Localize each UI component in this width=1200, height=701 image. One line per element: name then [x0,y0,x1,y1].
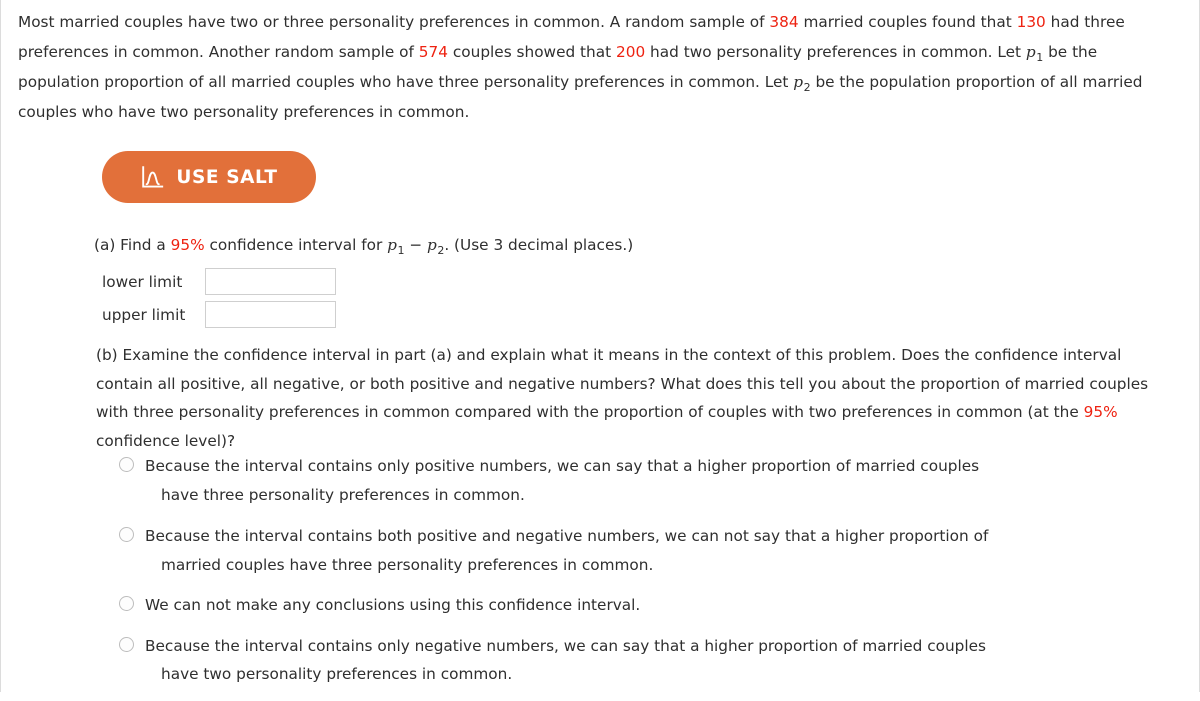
part-a-minus: − [404,236,428,254]
part-a-p1-variable: p1 [387,236,404,256]
part-a-confidence-level: 95% [170,236,205,254]
option-no-conclusions[interactable]: We can not make any conclusions using th… [119,591,1179,620]
lower-limit-label: lower limit [102,272,183,291]
part-a-suffix: . (Use 3 decimal places.) [444,236,634,254]
option-line-1: Because the interval contains both posit… [145,527,989,545]
option-line-1: We can not make any conclusions using th… [145,596,641,614]
part-b-prompt: (b) Examine the confidence interval in p… [96,341,1179,455]
option-label: Because the interval contains only negat… [145,632,986,689]
use-salt-label: USE SALT [176,166,278,188]
problem-text-2: married couples found that [798,13,1017,31]
problem-text-4: couples showed that [448,43,616,61]
sample-size-2: 574 [418,43,448,61]
radio-button-icon[interactable] [119,527,134,542]
p1-letter: p [1025,43,1036,61]
p2-subscript: 2 [803,80,811,94]
use-salt-button[interactable]: USE SALT [102,151,316,203]
problem-text-5: had two personality preferences in commo… [645,43,1026,61]
upper-limit-input[interactable] [205,301,336,328]
count-three-prefs: 130 [1016,13,1046,31]
upper-limit-label: upper limit [102,305,186,324]
count-two-prefs: 200 [615,43,646,61]
question-page: Most married couples have two or three p… [0,0,1200,692]
lower-limit-row: lower limit [102,265,336,298]
option-label: Because the interval contains only posit… [145,452,979,509]
option-both-signs[interactable]: Because the interval contains both posit… [119,522,1179,579]
p1-variable: p1 [1025,43,1043,63]
part-b-confidence-level: 95% [1083,403,1118,421]
radio-button-icon[interactable] [119,596,134,611]
option-label: We can not make any conclusions using th… [145,591,640,620]
option-line-2: have two personality preferences in comm… [161,665,513,683]
radio-button-icon[interactable] [119,457,134,472]
problem-statement: Most married couples have two or three p… [18,7,1178,127]
lower-limit-input[interactable] [205,268,336,295]
p2-letter: p [793,73,804,91]
option-line-2: have three personality preferences in co… [161,485,525,504]
answer-options-group: Because the interval contains only posit… [119,452,1179,701]
radio-button-icon[interactable] [119,636,134,652]
part-b-text-before: (b) Examine the confidence interval in p… [96,346,1149,421]
problem-text-1: Most married couples have two or three p… [18,13,770,31]
part-b-text-after: confidence level)? [96,431,236,450]
option-positive-three-prefs[interactable]: Because the interval contains only posit… [119,452,1179,509]
option-label: Because the interval contains both posit… [145,522,988,579]
option-line-1: Because the interval contains only negat… [145,636,986,655]
part-a-p2-variable: p2 [427,236,444,256]
sample-size-1: 384 [769,13,799,31]
option-line-1: Because the interval contains only posit… [145,457,980,475]
option-negative-two-prefs[interactable]: Because the interval contains only negat… [119,632,1179,689]
part-a-p2-letter: p [427,236,437,254]
limit-inputs-group: lower limit upper limit [102,265,336,331]
option-line-2: married couples have three personality p… [161,555,654,574]
p2-variable: p2 [793,73,811,94]
part-a-prompt: (a) Find a 95% confidence interval for p… [94,232,633,258]
part-a-p1-letter: p [387,236,397,254]
part-a-prefix: (a) Find a [94,236,171,254]
part-a-middle: confidence interval for [204,236,388,254]
distribution-curve-icon [140,165,165,190]
upper-limit-row: upper limit [102,298,336,331]
